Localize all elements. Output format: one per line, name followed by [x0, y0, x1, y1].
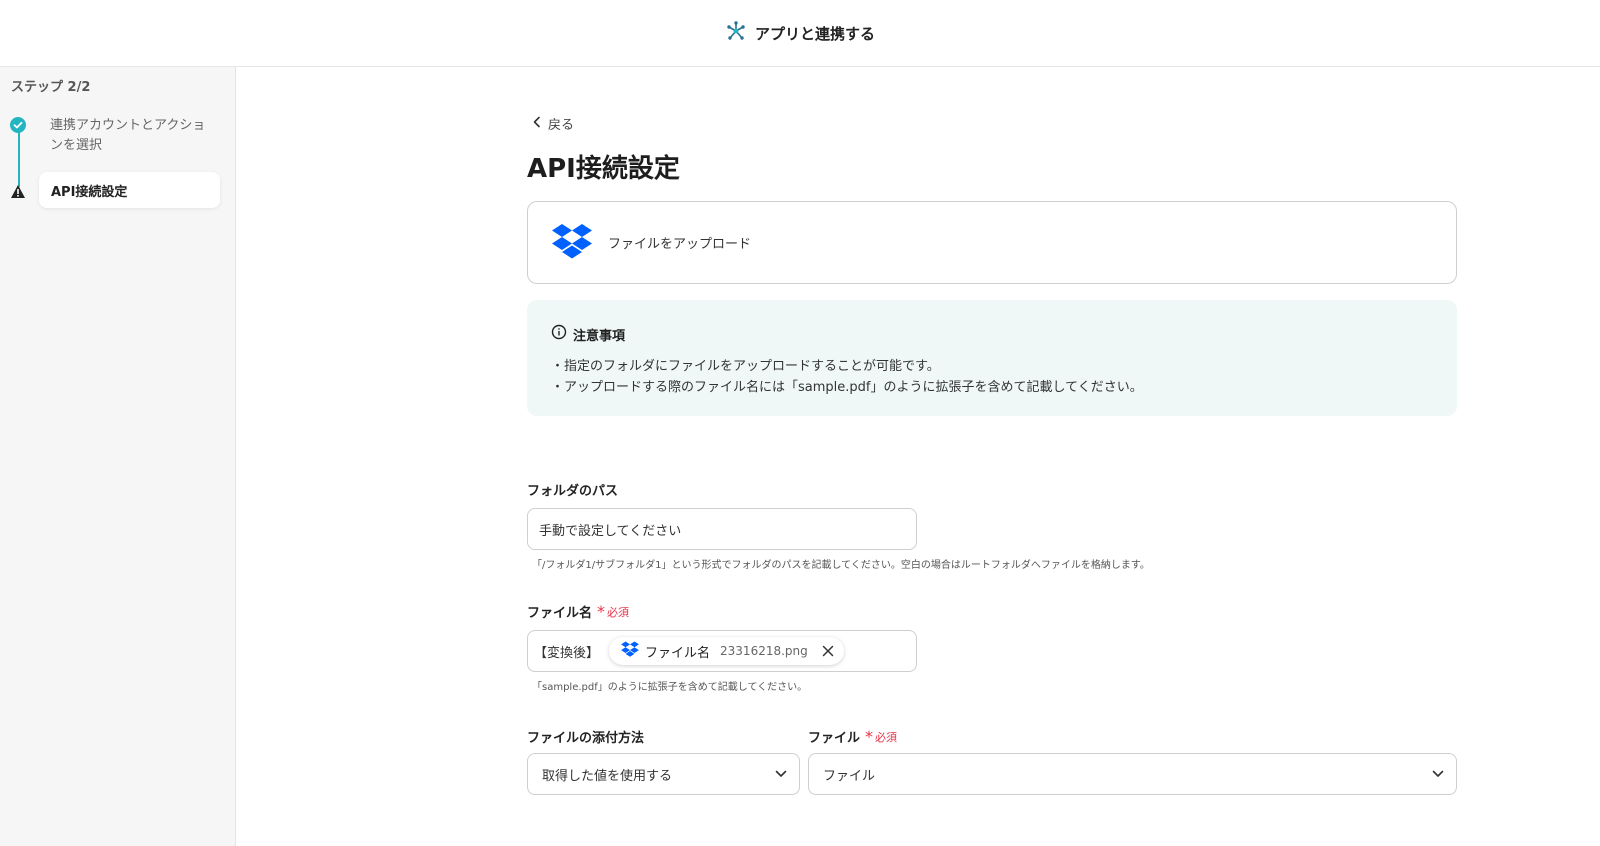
- file-label: ファイル * 必須: [808, 727, 897, 746]
- required-badge: * 必須: [597, 601, 630, 621]
- chip-name: ファイル名: [645, 645, 711, 661]
- header-title-group: アプリと連携する: [725, 20, 875, 46]
- warning-icon: [10, 184, 26, 203]
- check-icon: [10, 117, 26, 133]
- notice-box: 注意事項 ・指定のフォルダにファイルをアップロードすることが可能です。 ・アップ…: [527, 300, 1457, 416]
- file-value: ファイル: [823, 768, 876, 784]
- required-text: 必須: [875, 730, 898, 744]
- page-title: API接続設定: [527, 154, 680, 184]
- notice-title: 注意事項: [573, 328, 626, 344]
- folder-path-value: 手動で設定してください: [539, 523, 682, 539]
- folder-path-hint: 「/フォルダ1/サブフォルダ1」という形式でフォルダのパスを記載してください。空…: [532, 560, 1150, 571]
- dropbox-icon: [621, 641, 639, 661]
- folder-path-label-text: フォルダのパス: [527, 484, 619, 499]
- network-hub-icon: [725, 20, 747, 46]
- top-bar: アプリと連携する: [0, 0, 1600, 67]
- sidebar: ステップ 2/2 連携アカウントとアクションを選択 API接続設定: [0, 67, 236, 846]
- file-name-label-text: ファイル名: [527, 606, 593, 621]
- file-name-input[interactable]: 【変換後】 ファイル名 23316218.png: [527, 630, 917, 672]
- attach-method-value: 取得した値を使用する: [542, 768, 673, 784]
- app-action-label: ファイルをアップロード: [608, 237, 752, 252]
- back-label: 戻る: [548, 118, 575, 133]
- asterisk-icon: *: [597, 601, 606, 621]
- app-action-card: ファイルをアップロード: [527, 201, 1457, 284]
- required-text: 必須: [607, 605, 630, 619]
- file-select[interactable]: ファイル: [808, 753, 1457, 795]
- chevron-left-icon: [532, 116, 542, 132]
- timeline-line: [18, 131, 20, 187]
- attach-method-label: ファイルの添付方法: [527, 727, 644, 746]
- file-name-label: ファイル名 * 必須: [527, 602, 629, 621]
- file-name-hint: 「sample.pdf」のように拡張子を含めて記載してください。: [532, 682, 808, 693]
- chevron-down-icon: [775, 767, 787, 782]
- notice-header: 注意事項: [551, 324, 1433, 344]
- attach-method-label-text: ファイルの添付方法: [527, 731, 645, 746]
- notice-line: ・アップロードする際のファイル名には「sample.pdf」のように拡張子を含め…: [551, 380, 1143, 395]
- folder-path-label: フォルダのパス: [527, 480, 618, 499]
- asterisk-icon: *: [865, 726, 874, 746]
- back-link[interactable]: 戻る: [532, 114, 574, 133]
- required-badge: * 必須: [865, 726, 898, 746]
- attach-method-select[interactable]: 取得した値を使用する: [527, 753, 800, 795]
- sidebar-step-select-account[interactable]: 連携アカウントとアクションを選択: [50, 116, 210, 156]
- close-icon[interactable]: [822, 645, 834, 657]
- dropbox-icon: [552, 223, 592, 263]
- info-icon: [551, 324, 567, 344]
- notice-line: ・指定のフォルダにファイルをアップロードすることが可能です。: [551, 359, 940, 374]
- folder-path-input[interactable]: 手動で設定してください: [527, 508, 917, 550]
- file-name-prefix: 【変換後】: [534, 645, 600, 661]
- variable-chip[interactable]: ファイル名 23316218.png: [609, 637, 844, 665]
- sidebar-step-api-settings[interactable]: API接続設定: [39, 172, 220, 208]
- header-title: アプリと連携する: [754, 24, 875, 43]
- step-counter: ステップ 2/2: [11, 80, 91, 95]
- chevron-down-icon: [1432, 767, 1444, 782]
- file-label-text: ファイル: [808, 731, 861, 746]
- chip-value: 23316218.png: [720, 644, 808, 658]
